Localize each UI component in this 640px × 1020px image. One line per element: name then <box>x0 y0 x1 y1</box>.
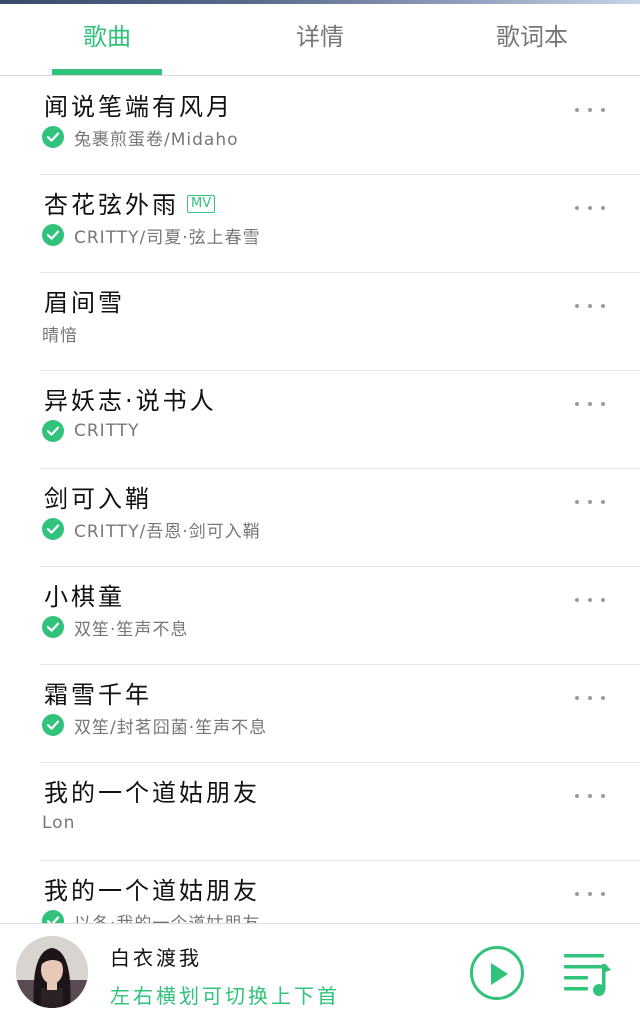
song-title-text: 闻说笔端有风月 <box>44 93 233 121</box>
song-title: 霜雪千年 <box>44 675 152 710</box>
song-subtitle: CRITTY <box>42 419 140 443</box>
check-circle-icon <box>42 420 64 442</box>
check-circle-icon <box>42 616 64 638</box>
playlist-icon <box>564 954 611 996</box>
song-subtitle: 双笙·笙声不息 <box>42 615 189 640</box>
song-title-text: 杏花弦外雨 <box>44 191 179 219</box>
check-circle-icon <box>42 714 64 736</box>
song-row[interactable]: 杏花弦外雨 MV CRITTY/司夏·弦上春雪 <box>0 175 640 273</box>
song-artist: Lon <box>42 813 76 833</box>
more-dots-icon[interactable] <box>572 589 608 611</box>
song-subtitle: 兔裹煎蛋卷/Midaho <box>42 125 239 150</box>
song-row[interactable]: 我的一个道姑朋友以冬·我的一个道姑朋友 <box>0 861 640 923</box>
song-artist: 双笙/封茗囧菌·笙声不息 <box>74 717 268 738</box>
song-title: 眉间雪 <box>44 283 125 318</box>
song-subtitle: 晴愔 <box>42 321 78 346</box>
song-title: 闻说笔端有风月 <box>44 87 233 122</box>
check-circle-icon <box>42 224 64 246</box>
more-dots-icon[interactable] <box>572 393 608 415</box>
check-circle-icon <box>42 126 64 148</box>
song-title: 我的一个道姑朋友 <box>44 871 260 906</box>
song-subtitle: CRITTY/吾恩·剑可入鞘 <box>42 517 261 542</box>
more-dots-icon[interactable] <box>572 883 608 905</box>
song-title: 杏花弦外雨 MV <box>44 185 216 220</box>
song-artist: 以冬·我的一个道姑朋友 <box>74 909 260 924</box>
more-dots-icon[interactable] <box>572 491 608 513</box>
song-row[interactable]: 异妖志·说书人 CRITTY <box>0 371 640 469</box>
song-title-text: 异妖志·说书人 <box>44 387 217 415</box>
song-list[interactable]: 闻说笔端有风月兔裹煎蛋卷/Midaho 杏花弦外雨 MV CRITTY/司夏·弦上春雪… <box>0 77 640 923</box>
song-title: 我的一个道姑朋友 <box>44 773 260 808</box>
tab-songs[interactable]: 歌曲 <box>27 4 187 76</box>
song-artist: 兔裹煎蛋卷/Midaho <box>74 129 239 150</box>
mv-badge[interactable]: MV <box>187 195 216 213</box>
song-artist: 晴愔 <box>42 325 78 346</box>
album-cover[interactable] <box>16 936 88 1008</box>
more-dots-icon[interactable] <box>572 687 608 709</box>
song-row[interactable]: 剑可入鞘 CRITTY/吾恩·剑可入鞘 <box>0 469 640 567</box>
play-icon <box>491 963 508 985</box>
more-dots-icon[interactable] <box>572 99 608 121</box>
mini-player[interactable]: 白衣渡我 左右横划可切换上下首 <box>0 923 640 1020</box>
check-circle-icon <box>42 910 64 923</box>
song-title-text: 霜雪千年 <box>44 681 152 709</box>
song-title-text: 剑可入鞘 <box>44 485 152 513</box>
song-subtitle: CRITTY/司夏·弦上春雪 <box>42 223 261 248</box>
song-row[interactable]: 小棋童双笙·笙声不息 <box>0 567 640 665</box>
song-artist: CRITTY <box>74 421 140 441</box>
song-title: 异妖志·说书人 <box>44 381 217 416</box>
song-row[interactable]: 霜雪千年双笙/封茗囧菌·笙声不息 <box>0 665 640 763</box>
swipe-hint: 左右横划可切换上下首 <box>110 984 340 1008</box>
active-tab-indicator <box>52 69 162 75</box>
song-row[interactable]: 眉间雪 晴愔 <box>0 273 640 371</box>
song-subtitle: 双笙/封茗囧菌·笙声不息 <box>42 713 268 738</box>
playlist-button[interactable] <box>562 950 612 998</box>
now-playing-title: 白衣渡我 <box>110 946 202 970</box>
song-title-text: 小棋童 <box>44 583 125 611</box>
song-title: 小棋童 <box>44 577 125 612</box>
song-title-text: 我的一个道姑朋友 <box>44 779 260 807</box>
more-dots-icon[interactable] <box>572 785 608 807</box>
tab-details[interactable]: 详情 <box>240 4 400 76</box>
tab-bar: 歌曲 详情 歌词本 <box>0 4 640 76</box>
song-title-text: 眉间雪 <box>44 289 125 317</box>
play-button[interactable] <box>470 946 524 1000</box>
song-title: 剑可入鞘 <box>44 479 152 514</box>
check-circle-icon <box>42 518 64 540</box>
tab-lyrics[interactable]: 歌词本 <box>452 4 612 76</box>
song-title-text: 我的一个道姑朋友 <box>44 877 260 905</box>
song-subtitle: 以冬·我的一个道姑朋友 <box>42 909 260 923</box>
more-dots-icon[interactable] <box>572 197 608 219</box>
song-artist: CRITTY/吾恩·剑可入鞘 <box>74 521 261 542</box>
song-row[interactable]: 闻说笔端有风月兔裹煎蛋卷/Midaho <box>0 77 640 175</box>
song-subtitle: Lon <box>42 811 75 835</box>
more-dots-icon[interactable] <box>572 295 608 317</box>
song-artist: CRITTY/司夏·弦上春雪 <box>74 227 261 248</box>
song-row[interactable]: 我的一个道姑朋友 Lon <box>0 763 640 861</box>
song-artist: 双笙·笙声不息 <box>74 619 189 640</box>
